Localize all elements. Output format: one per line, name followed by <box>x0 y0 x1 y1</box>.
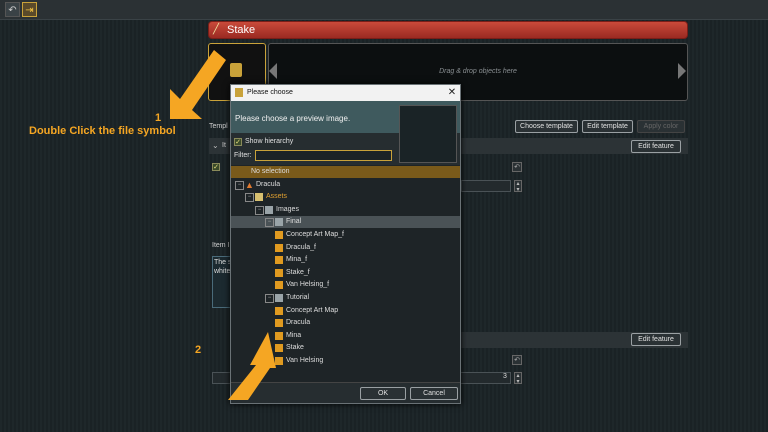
annotation-step-1-number: 1 <box>155 112 162 124</box>
annotation-arrows <box>170 50 276 400</box>
annotation-step-2-number: 2 <box>195 344 202 356</box>
annotation-arrow-1 <box>170 50 226 119</box>
annotation-arrow-2 <box>228 332 276 400</box>
annotation-step-1-text: Double Click the file symbol <box>29 125 176 137</box>
